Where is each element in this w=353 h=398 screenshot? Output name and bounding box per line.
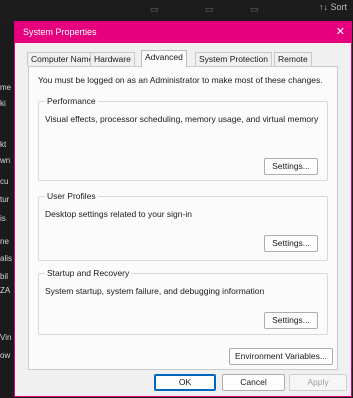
list-item[interactable]: bil (0, 272, 8, 281)
list-item[interactable]: ZA (0, 286, 10, 295)
list-item[interactable]: kt (0, 140, 6, 149)
startup-recovery-description: System startup, system failure, and debu… (45, 286, 265, 296)
user-profiles-group: User Profiles Desktop settings related t… (38, 191, 328, 261)
tab-remote[interactable]: Remote (274, 52, 312, 66)
list-item[interactable]: ow (0, 351, 10, 360)
toolbar-icon: ▭ (250, 4, 259, 14)
list-item[interactable]: me (0, 83, 11, 92)
list-item[interactable]: cu (0, 177, 8, 186)
toolbar-icon: ▭ (205, 4, 214, 14)
environment-variables-button[interactable]: Environment Variables... (229, 348, 333, 365)
tab-advanced[interactable]: Advanced (141, 50, 187, 67)
performance-description: Visual effects, processor scheduling, me… (45, 114, 319, 124)
list-item[interactable]: ki (0, 99, 6, 108)
user-profiles-title: User Profiles (45, 191, 98, 201)
cancel-button[interactable]: Cancel (222, 374, 285, 391)
user-profiles-settings-button[interactable]: Settings... (264, 235, 318, 252)
system-properties-dialog: System Properties ✕ Computer Name Hardwa… (14, 21, 352, 397)
user-profiles-description: Desktop settings related to your sign-in (45, 209, 192, 219)
sort-button[interactable]: ↑↓ Sort (319, 2, 347, 12)
performance-title: Performance (45, 96, 98, 106)
list-item[interactable]: ne (0, 237, 9, 246)
apply-button[interactable]: Apply (289, 374, 347, 391)
list-item[interactable]: Vin (0, 333, 11, 342)
toolbar-icon: ▭ (150, 4, 159, 14)
dialog-title: System Properties (23, 27, 97, 37)
background-app-toolbar: ▭ ▭ ▭ ↑↓ Sort (0, 0, 353, 22)
title-bar[interactable]: System Properties ✕ (15, 22, 351, 43)
list-item[interactable]: alis (0, 254, 12, 263)
startup-recovery-title: Startup and Recovery (45, 268, 132, 278)
startup-recovery-group: Startup and Recovery System startup, sys… (38, 268, 328, 335)
performance-group: Performance Visual effects, processor sc… (38, 96, 328, 181)
tab-hardware[interactable]: Hardware (90, 52, 135, 66)
advanced-tab-panel: You must be logged on as an Administrato… (28, 66, 338, 370)
ok-button[interactable]: OK (154, 374, 216, 391)
startup-recovery-settings-button[interactable]: Settings... (264, 312, 318, 329)
list-item[interactable]: wn (0, 156, 10, 165)
tab-computer-name[interactable]: Computer Name (27, 52, 98, 66)
tab-system-protection[interactable]: System Protection (195, 52, 272, 66)
performance-settings-button[interactable]: Settings... (264, 158, 318, 175)
list-item[interactable]: tur (0, 195, 9, 204)
list-item[interactable]: is (0, 214, 6, 223)
close-icon[interactable]: ✕ (336, 25, 345, 39)
admin-notice: You must be logged on as an Administrato… (38, 75, 323, 85)
